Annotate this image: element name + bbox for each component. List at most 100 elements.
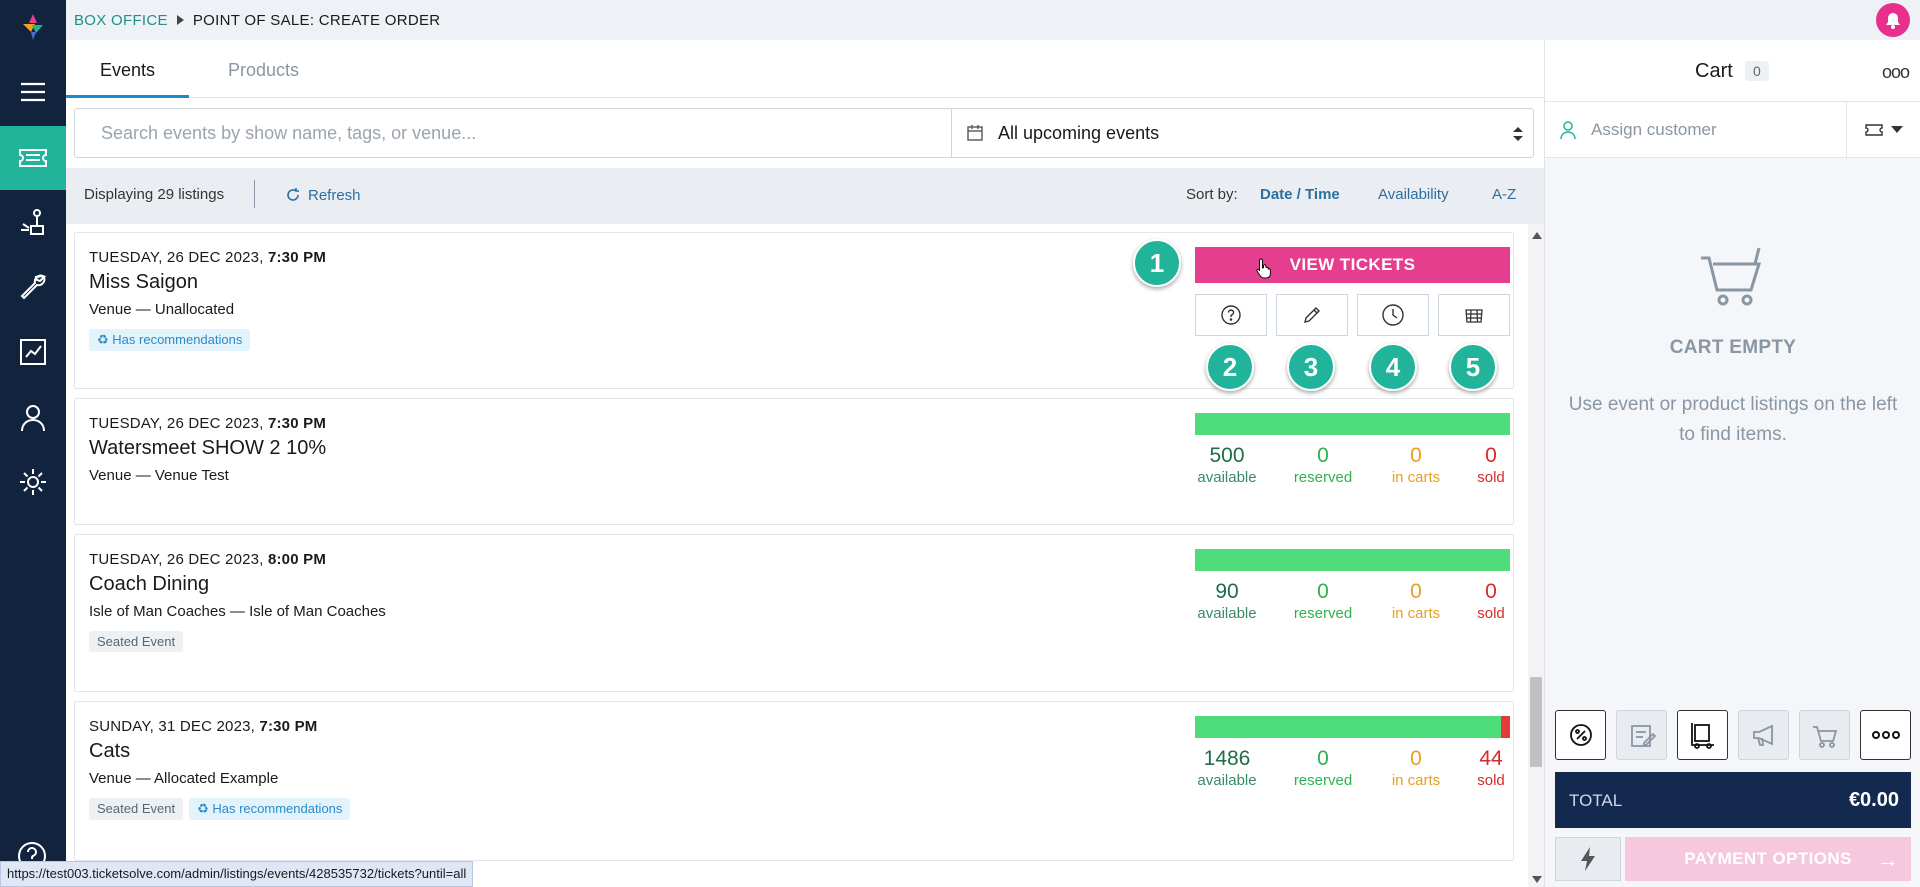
edit-button[interactable]: [1276, 294, 1348, 336]
date-filter-select[interactable]: All upcoming events: [951, 109, 1534, 157]
schedule-button[interactable]: [1357, 294, 1429, 336]
seating-plan-button[interactable]: [1438, 294, 1510, 336]
app-logo[interactable]: [18, 12, 48, 42]
marketing-button[interactable]: [1738, 710, 1789, 760]
ticket-type-dropdown[interactable]: [1846, 102, 1920, 157]
cart-count-badge: 0: [1745, 61, 1769, 81]
total-bar: TOTAL €0.00: [1555, 772, 1911, 828]
lightning-icon: [1581, 847, 1595, 871]
ticket-icon[interactable]: [0, 126, 66, 190]
tab-products[interactable]: Products: [194, 40, 333, 98]
date-filter-value: All upcoming events: [998, 122, 1160, 143]
stat-sold: 0 sold: [1477, 580, 1505, 622]
tag-seated-event: Seated Event: [89, 798, 184, 820]
breadcrumb-page: POINT OF SALE: CREATE ORDER: [192, 11, 441, 29]
cart-more-button[interactable]: ooo: [1882, 62, 1910, 83]
listings-scrollbar[interactable]: [1528, 224, 1544, 887]
cart-header: Cart 0 ooo: [1545, 40, 1920, 102]
sort-availability[interactable]: Availability: [1378, 186, 1449, 203]
notification-bell-icon[interactable]: [1876, 3, 1910, 37]
pencil-icon: [1304, 307, 1320, 323]
event-venue: Venue — Unallocated: [89, 301, 235, 318]
tab-events[interactable]: Events: [66, 40, 190, 98]
availability-bar: [1195, 413, 1510, 435]
scroll-thumb[interactable]: [1530, 677, 1542, 767]
status-bar-url: https://test003.ticketsolve.com/admin/li…: [0, 861, 474, 887]
event-listings: TUESDAY, 26 DEC 2023, 7:30 PM Miss Saigo…: [66, 224, 1526, 887]
select-arrows-icon: [1513, 127, 1523, 141]
event-title[interactable]: Cats: [89, 740, 130, 763]
divider: [254, 180, 255, 208]
stat-sold: 44 sold: [1477, 747, 1505, 789]
quick-pay-button[interactable]: [1555, 837, 1621, 881]
payment-options-button[interactable]: PAYMENT OPTIONS →: [1625, 837, 1911, 881]
stat-in-carts: 0 in carts: [1391, 444, 1441, 486]
breadcrumb-separator-icon: [176, 15, 184, 25]
stat-available: 500 available: [1197, 444, 1257, 486]
search-bar: All upcoming events: [74, 108, 1534, 158]
sort-a-z[interactable]: A-Z: [1492, 186, 1516, 203]
total-value: €0.00: [1848, 789, 1899, 811]
event-card: TUESDAY, 26 DEC 2023, 7:30 PM Watersmeet…: [74, 398, 1514, 525]
top-bar: BOX OFFICE POINT OF SALE: CREATE ORDER: [66, 0, 1920, 40]
event-title[interactable]: Miss Saigon: [89, 271, 198, 294]
person-icon: [1560, 121, 1576, 140]
event-tags: ♻ Has recommendations: [89, 329, 251, 351]
clock-icon: [1382, 304, 1404, 326]
gear-icon[interactable]: [0, 450, 66, 514]
delivery-button[interactable]: [1677, 710, 1728, 760]
refresh-icon: [287, 188, 299, 201]
event-card: TUESDAY, 26 DEC 2023, 7:30 PM Miss Saigo…: [74, 232, 1514, 391]
event-card: TUESDAY, 26 DEC 2023, 8:00 PM Coach Dini…: [74, 534, 1514, 692]
scroll-up-icon[interactable]: [1532, 232, 1542, 239]
notes-button[interactable]: [1616, 710, 1667, 760]
event-title[interactable]: Coach Dining: [89, 573, 209, 596]
event-venue: Isle of Man Coaches — Isle of Man Coache…: [89, 603, 386, 620]
wrench-icon[interactable]: [0, 254, 66, 318]
cart-empty-text: Use event or product listings on the lef…: [1568, 394, 1898, 445]
empty-cart-icon: [1701, 247, 1762, 306]
megaphone-icon: [1752, 724, 1773, 746]
assign-customer-row: Assign customer: [1545, 102, 1920, 158]
event-title[interactable]: Watersmeet SHOW 2 10%: [89, 437, 326, 460]
assign-customer-button[interactable]: Assign customer: [1559, 120, 1717, 140]
step-badge-4: 4: [1369, 343, 1417, 391]
more-tools-button[interactable]: [1860, 710, 1911, 760]
step-badge-3: 3: [1287, 343, 1335, 391]
event-date: TUESDAY, 26 DEC 2023, 7:30 PM: [89, 249, 327, 266]
search-input[interactable]: [75, 109, 951, 157]
assign-customer-label: Assign customer: [1591, 120, 1717, 139]
stat-in-carts: 0 in carts: [1391, 747, 1441, 789]
tag-recommendations: ♻ Has recommendations: [189, 798, 351, 820]
view-tickets-button[interactable]: VIEW TICKETS: [1195, 247, 1510, 283]
plant-icon[interactable]: [0, 190, 66, 254]
sort-label: Sort by:: [1186, 186, 1238, 203]
stat-reserved: 0 reserved: [1293, 747, 1353, 789]
cart-button[interactable]: [1799, 710, 1850, 760]
discount-button[interactable]: [1555, 710, 1606, 760]
stat-available: 1486 available: [1197, 747, 1257, 789]
cart-title: Cart: [1695, 60, 1733, 82]
grid-icon: [1465, 309, 1483, 323]
help-button[interactable]: [1195, 294, 1267, 336]
step-badge-1: 1: [1133, 239, 1181, 287]
menu-icon[interactable]: [0, 60, 66, 124]
refresh-label: Refresh: [308, 186, 361, 204]
calendar-icon: [967, 125, 983, 141]
event-venue: Venue — Allocated Example: [89, 770, 279, 787]
user-icon[interactable]: [0, 386, 66, 450]
availability-bar: [1195, 549, 1510, 571]
chevron-down-icon: [1891, 125, 1903, 133]
delivery-icon: [1690, 723, 1714, 749]
listing-count: Displaying 29 listings: [84, 186, 225, 203]
refresh-button[interactable]: Refresh: [284, 186, 361, 204]
arrow-right-icon: →: [1876, 847, 1899, 872]
breadcrumb-section[interactable]: BOX OFFICE: [74, 12, 168, 29]
step-badge-5: 5: [1449, 343, 1497, 391]
sort-date-time[interactable]: Date / Time: [1260, 186, 1340, 203]
report-icon[interactable]: [0, 320, 66, 384]
sold-segment: [1500, 716, 1510, 738]
availability-bar: [1195, 716, 1510, 738]
event-tags: Seated Event: [89, 631, 184, 652]
scroll-down-icon[interactable]: [1532, 876, 1542, 883]
